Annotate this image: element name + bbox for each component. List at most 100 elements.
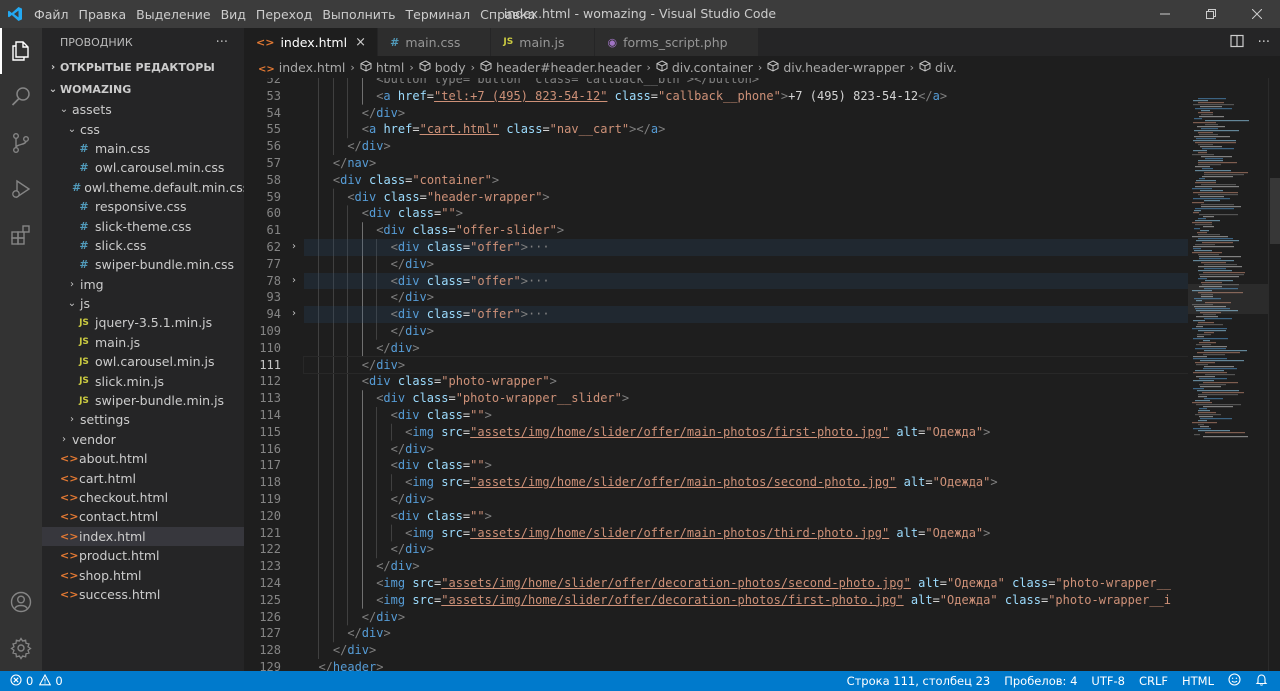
explorer-icon[interactable] [0,28,42,74]
code-line[interactable]: <div class="header-wrapper"> [304,189,549,206]
cursor-position[interactable]: Строка 111, столбец 23 [847,674,991,688]
breadcrumb-item[interactable]: header#header.header [480,60,641,75]
code-line[interactable]: </div> [304,642,376,659]
tree-folder[interactable]: › settings [42,410,244,429]
tree-file[interactable]: JS slick.min.js [42,371,244,390]
breadcrumb-item[interactable]: div.header-wrapper [767,60,905,75]
tree-file[interactable]: # slick-theme.css [42,216,244,235]
code-line[interactable]: </div> [304,491,434,508]
code-line[interactable]: <img src="assets/img/home/slider/offer/d… [304,592,1171,609]
code-editor[interactable]: 52 53 54 55 56 57 58 59 60 61 62 › 77 78 › 93 94 › 109 110 1… [244,78,1188,671]
tree-file[interactable]: <> shop.html [42,565,244,584]
code-line[interactable]: <div class="offer-slider"> [304,222,564,239]
code-line[interactable]: <div class="container"> [304,172,499,189]
tree-file[interactable]: JS swiper-bundle.min.js [42,391,244,410]
feedback-icon[interactable] [1228,673,1241,689]
code-line[interactable]: </div> [304,138,390,155]
run-debug-icon[interactable] [0,166,42,212]
code-line[interactable]: </div> [304,289,434,306]
tree-file[interactable]: <> about.html [42,449,244,468]
code-line[interactable]: <img src="assets/img/home/slider/offer/m… [304,474,998,491]
code-line[interactable]: <a href="cart.html" class="nav__cart"></… [304,121,666,138]
menu-item[interactable]: Вид [217,7,250,22]
source-control-icon[interactable] [0,120,42,166]
code-line[interactable]: </div> [304,441,434,458]
breadcrumb-item[interactable]: div.container [656,60,753,75]
tree-file[interactable]: JS owl.carousel.min.js [42,352,244,371]
code-line[interactable]: <div class="photo-wrapper__slider"> [304,390,629,407]
code-line[interactable]: <div class=""> [304,407,492,424]
code-line[interactable]: </div> [304,625,390,642]
extensions-icon[interactable] [0,212,42,258]
menu-item[interactable]: Справка [476,7,539,22]
scrollbar-thumb[interactable] [1270,178,1280,244]
more-actions-icon[interactable]: ··· [1258,35,1270,50]
tree-file[interactable]: JS jquery-3.5.1.min.js [42,313,244,332]
tree-file[interactable]: <> cart.html [42,468,244,487]
tree-file[interactable]: # responsive.css [42,197,244,216]
open-editors-section[interactable]: › ОТКРЫТЫЕ РЕДАКТОРЫ [42,56,244,78]
language-mode[interactable]: HTML [1182,674,1214,688]
code-lines[interactable]: <button type="button" class="callback__b… [303,78,1188,671]
tree-folder[interactable]: ⌄ assets [42,100,244,119]
menu-item[interactable]: Терминал [402,7,475,22]
code-line[interactable]: </div> [304,609,405,626]
close-window-icon[interactable] [1234,0,1280,28]
code-line[interactable]: </div> [304,323,434,340]
code-line[interactable]: </div> [304,256,434,273]
vertical-scrollbar[interactable] [1268,78,1280,671]
code-line[interactable]: <img src="assets/img/home/slider/offer/m… [304,424,990,441]
line-ending[interactable]: CRLF [1139,674,1168,688]
tree-file[interactable]: <> contact.html [42,507,244,526]
tree-file[interactable]: <> product.html [42,546,244,565]
more-actions-icon[interactable]: ··· [216,35,228,50]
code-line[interactable]: <div class="offer">··· [304,239,1188,256]
code-line[interactable]: </div> [303,355,1188,375]
fold-chevron-icon[interactable]: › [288,273,300,290]
code-line[interactable]: <img src="assets/img/home/slider/offer/m… [304,525,990,542]
editor-tab[interactable]: ◉ forms_script.php [595,28,759,56]
tree-file[interactable]: <> index.html [42,526,244,546]
tree-file[interactable]: # slick.css [42,236,244,255]
editor-tab[interactable]: # main.css [378,28,492,56]
tree-file[interactable]: # owl.carousel.min.css [42,158,244,177]
menu-item[interactable]: Файл [30,7,73,22]
indentation[interactable]: Пробелов: 4 [1004,674,1077,688]
breadcrumb-item[interactable]: html [360,60,404,75]
code-line[interactable]: <div class="photo-wrapper"> [304,373,557,390]
tree-file[interactable]: # main.css [42,139,244,158]
breadcrumb-item[interactable]: body [419,60,466,75]
code-line[interactable]: <div class=""> [304,205,463,222]
code-line[interactable]: <a href="tel:+7 (495) 823-54-12" class="… [304,88,947,105]
restore-icon[interactable] [1188,0,1234,28]
code-line[interactable]: </div> [304,340,419,357]
notifications-bell-icon[interactable] [1255,673,1268,689]
tree-folder[interactable]: ⌄ js [42,294,244,313]
tree-file[interactable]: # swiper-bundle.min.css [42,255,244,274]
fold-chevron-icon[interactable]: › [288,239,300,256]
code-line[interactable]: </nav> [304,155,376,172]
editor-tab[interactable]: JS main.js [491,28,596,56]
breadcrumb-item[interactable]: div. [919,60,957,75]
code-line[interactable]: <div class="offer">··· [304,306,1188,323]
minimize-icon[interactable] [1142,0,1188,28]
tree-file[interactable]: <> checkout.html [42,488,244,507]
menu-item[interactable]: Выделение [132,7,214,22]
menu-item[interactable]: Выполнить [318,7,399,22]
code-line[interactable]: <div class=""> [304,508,492,525]
code-line[interactable]: </div> [304,541,434,558]
code-line[interactable]: </header> [304,659,383,671]
settings-gear-icon[interactable] [0,625,42,671]
minimap[interactable] [1188,78,1268,671]
code-line[interactable]: </div> [304,558,419,575]
fold-chevron-icon[interactable]: › [288,306,300,323]
tree-file[interactable]: <> success.html [42,585,244,604]
tree-folder[interactable]: ⌄ css [42,119,244,138]
accounts-icon[interactable] [0,579,42,625]
menu-item[interactable]: Переход [252,7,316,22]
menu-item[interactable]: Правка [75,7,131,22]
split-editor-icon[interactable] [1229,34,1244,51]
breadcrumb-item[interactable]: <> index.html [258,60,345,75]
problems-indicator[interactable]: 0 0 [0,673,63,689]
code-line[interactable]: <div class="offer">··· [304,272,1188,290]
